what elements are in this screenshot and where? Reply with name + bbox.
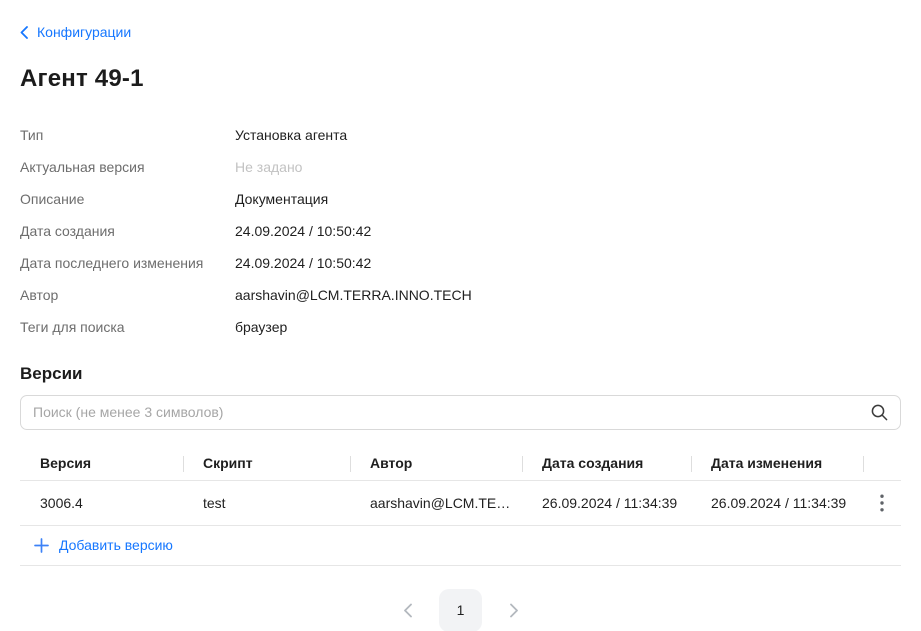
detail-value: Установка агента	[235, 127, 347, 143]
detail-label: Тип	[20, 127, 235, 143]
cell-created: 26.09.2024 / 11:34:39	[522, 495, 691, 511]
pagination-page-1[interactable]: 1	[439, 589, 482, 631]
versions-table: Версия Скрипт Автор Дата создания Дата и…	[20, 447, 901, 566]
pagination-next-button[interactable]	[504, 589, 524, 631]
cell-modified: 26.09.2024 / 11:34:39	[691, 495, 863, 511]
page-title: Агент 49-1	[20, 65, 901, 93]
search-box	[20, 395, 901, 430]
detail-row-description: Описание Документация	[20, 183, 901, 215]
search-input[interactable]	[20, 395, 901, 430]
versions-section-title: Версии	[20, 363, 901, 385]
column-header-created: Дата создания	[522, 447, 691, 480]
detail-row-actual-version: Актуальная версия Не задано	[20, 151, 901, 183]
pagination: 1	[20, 589, 901, 631]
chevron-left-icon	[20, 26, 28, 39]
add-version-label: Добавить версию	[59, 537, 173, 553]
detail-label: Актуальная версия	[20, 159, 235, 175]
column-header-modified: Дата изменения	[691, 447, 863, 480]
back-link-label: Конфигурации	[37, 24, 131, 40]
detail-label: Дата создания	[20, 223, 235, 239]
detail-value: 24.09.2024 / 10:50:42	[235, 255, 371, 271]
kebab-icon	[880, 494, 884, 512]
detail-row-type: Тип Установка агента	[20, 119, 901, 151]
back-link[interactable]: Конфигурации	[20, 24, 131, 40]
agent-details-page: Конфигурации Агент 49-1 Тип Установка аг…	[0, 0, 921, 631]
cell-version: 3006.4	[20, 495, 183, 511]
cell-script: test	[183, 495, 350, 511]
detail-value: 24.09.2024 / 10:50:42	[235, 223, 371, 239]
detail-row-search-tags: Теги для поиска браузер	[20, 311, 901, 343]
detail-row-modified-date: Дата последнего изменения 24.09.2024 / 1…	[20, 247, 901, 279]
details-list: Тип Установка агента Актуальная версия Н…	[20, 119, 901, 343]
chevron-right-icon	[510, 603, 519, 618]
table-header-row: Версия Скрипт Автор Дата создания Дата и…	[20, 447, 901, 481]
detail-value: Не задано	[235, 159, 302, 175]
detail-value: браузер	[235, 319, 287, 335]
column-header-version: Версия	[20, 447, 183, 480]
detail-label: Теги для поиска	[20, 319, 235, 335]
cell-author: aarshavin@LCM.TE…	[350, 495, 522, 511]
column-header-script: Скрипт	[183, 447, 350, 480]
add-version-row: Добавить версию	[20, 526, 901, 566]
detail-label: Дата последнего изменения	[20, 255, 235, 271]
detail-label: Автор	[20, 287, 235, 303]
table-row[interactable]: 3006.4 test aarshavin@LCM.TE… 26.09.2024…	[20, 481, 901, 526]
detail-label: Описание	[20, 191, 235, 207]
column-header-author: Автор	[350, 447, 522, 480]
detail-value: aarshavin@LCM.TERRA.INNO.TECH	[235, 287, 472, 303]
row-actions-menu-button[interactable]	[863, 481, 901, 525]
detail-value: Документация	[235, 191, 328, 207]
chevron-left-icon	[403, 603, 412, 618]
column-header-actions	[863, 447, 901, 480]
detail-row-author: Автор aarshavin@LCM.TERRA.INNO.TECH	[20, 279, 901, 311]
add-version-button[interactable]: Добавить версию	[20, 537, 173, 553]
search-icon[interactable]	[870, 403, 889, 422]
detail-row-created-date: Дата создания 24.09.2024 / 10:50:42	[20, 215, 901, 247]
plus-icon	[34, 538, 49, 553]
pagination-prev-button[interactable]	[397, 589, 417, 631]
